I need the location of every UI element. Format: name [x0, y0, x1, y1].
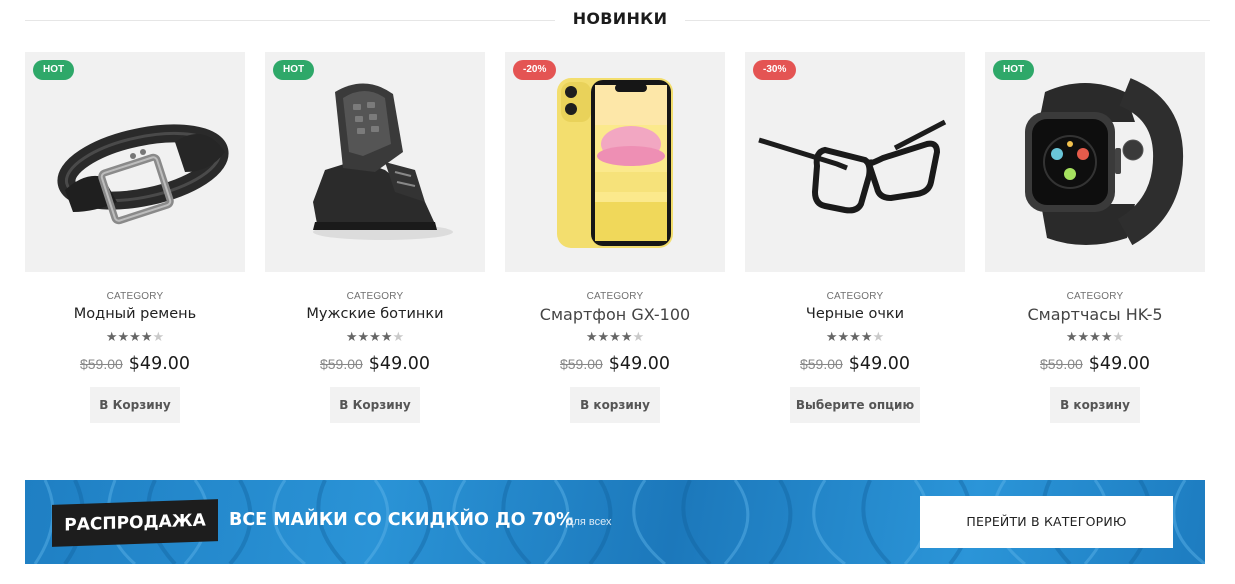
star-icon: ★	[140, 329, 153, 344]
current-price: $49.00	[128, 354, 191, 374]
price: $59.00 $49.00	[985, 354, 1205, 374]
star-icon: ★	[620, 329, 633, 344]
discount-badge: -30%	[753, 60, 797, 80]
boots-image	[313, 83, 453, 240]
star-icon: ★	[117, 329, 130, 344]
product-card: HOT CATEGORY Мужские ботинки ★★★★★ $59.0…	[265, 52, 485, 424]
star-icon: ★	[632, 329, 645, 344]
divider-left	[25, 20, 555, 21]
rating-stars: ★★★★★	[745, 329, 965, 345]
star-icon: ★	[837, 329, 850, 344]
star-icon: ★	[1065, 329, 1078, 344]
star-icon: ★	[1112, 329, 1125, 344]
rating-stars: ★★★★★	[25, 329, 245, 345]
current-price: $49.00	[368, 354, 431, 374]
star-icon: ★	[345, 329, 358, 344]
star-icon: ★	[585, 329, 598, 344]
star-icon: ★	[1077, 329, 1090, 344]
watch-image	[1025, 78, 1183, 246]
price: $59.00 $49.00	[265, 354, 485, 374]
price: $59.00 $49.00	[745, 354, 965, 374]
star-icon: ★	[152, 329, 165, 344]
star-icon: ★	[380, 329, 393, 344]
product-card: HOT CATEGORY Смартчасы HK-5 ★★★★★ $59.00…	[985, 52, 1205, 424]
add-to-cart-button[interactable]: В Корзину	[330, 387, 420, 423]
star-icon: ★	[597, 329, 610, 344]
hot-badge: HOT	[993, 60, 1035, 80]
section-header: НОВИНКИ	[25, 6, 1210, 34]
price: $59.00 $49.00	[25, 354, 245, 374]
select-option-button[interactable]: Выберите опцию	[790, 387, 920, 423]
promo-headline: ВСЕ МАЙКИ СО СКИДКЙО ДО 70%	[229, 510, 574, 530]
rating-stars: ★★★★★	[505, 329, 725, 345]
star-icon: ★	[105, 329, 118, 344]
star-icon: ★	[860, 329, 873, 344]
star-icon: ★	[872, 329, 885, 344]
star-icon: ★	[369, 329, 381, 344]
product-title[interactable]: Черные очки	[745, 306, 965, 322]
product-title[interactable]: Смартфон GX-100	[505, 305, 725, 324]
old-price: $59.00	[79, 356, 123, 372]
sale-banner: РАСПРОДАЖА ВСЕ МАЙКИ СО СКИДКЙО ДО 70% Д…	[25, 480, 1205, 564]
current-price: $49.00	[1088, 354, 1151, 374]
product-image[interactable]: HOT	[25, 52, 245, 272]
belt-image	[57, 124, 229, 225]
product-title[interactable]: Смартчасы HK-5	[985, 305, 1205, 324]
glasses-image	[758, 119, 947, 214]
current-price: $49.00	[608, 354, 671, 374]
section-title: НОВИНКИ	[572, 9, 668, 28]
star-icon: ★	[357, 329, 370, 344]
star-icon: ★	[1100, 329, 1113, 344]
product-image[interactable]: -30%	[745, 52, 965, 272]
hot-badge: HOT	[273, 60, 315, 80]
current-price: $49.00	[848, 354, 911, 374]
product-title[interactable]: Мужские ботинки	[265, 306, 485, 322]
star-icon: ★	[825, 329, 838, 344]
product-image[interactable]: HOT	[265, 52, 485, 272]
product-category[interactable]: CATEGORY	[985, 291, 1205, 302]
product-grid: HOT CATEGORY Модный ремень ★★★★★ $59.00 $…	[25, 52, 1205, 432]
add-to-cart-button[interactable]: В корзину	[570, 387, 660, 423]
old-price: $59.00	[799, 356, 843, 372]
product-title[interactable]: Модный ремень	[25, 306, 245, 322]
product-card: HOT CATEGORY Модный ремень ★★★★★ $59.00 $…	[25, 52, 245, 424]
star-icon: ★	[1089, 329, 1101, 344]
phone-image	[557, 78, 673, 248]
star-icon: ★	[849, 329, 861, 344]
star-icon: ★	[609, 329, 621, 344]
product-category[interactable]: CATEGORY	[265, 291, 485, 302]
rating-stars: ★★★★★	[265, 329, 485, 345]
add-to-cart-button[interactable]: В Корзину	[90, 387, 180, 423]
add-to-cart-button[interactable]: В корзину	[1050, 387, 1140, 423]
sale-tag: РАСПРОДАЖА	[52, 499, 218, 547]
old-price: $59.00	[319, 356, 363, 372]
divider-right	[685, 20, 1210, 21]
promo-subtext: Для всех	[566, 516, 612, 528]
product-card: -30% CATEGORY Черные очки ★★★★★ $59.00 $4…	[745, 52, 965, 424]
product-card: -20% CATEGORY Смартфон GX-100 ★★★★★ $59.…	[505, 52, 725, 424]
product-image[interactable]: -20%	[505, 52, 725, 272]
old-price: $59.00	[1039, 356, 1083, 372]
discount-badge: -20%	[513, 60, 557, 80]
rating-stars: ★★★★★	[985, 329, 1205, 345]
product-image[interactable]: HOT	[985, 52, 1205, 272]
old-price: $59.00	[559, 356, 603, 372]
product-category[interactable]: CATEGORY	[505, 291, 725, 302]
product-category[interactable]: CATEGORY	[25, 291, 245, 302]
hot-badge: HOT	[33, 60, 75, 80]
star-icon: ★	[129, 329, 141, 344]
price: $59.00 $49.00	[505, 354, 725, 374]
star-icon: ★	[392, 329, 405, 344]
go-to-category-button[interactable]: ПЕРЕЙТИ В КАТЕГОРИЮ	[920, 496, 1173, 548]
product-category[interactable]: CATEGORY	[745, 291, 965, 302]
